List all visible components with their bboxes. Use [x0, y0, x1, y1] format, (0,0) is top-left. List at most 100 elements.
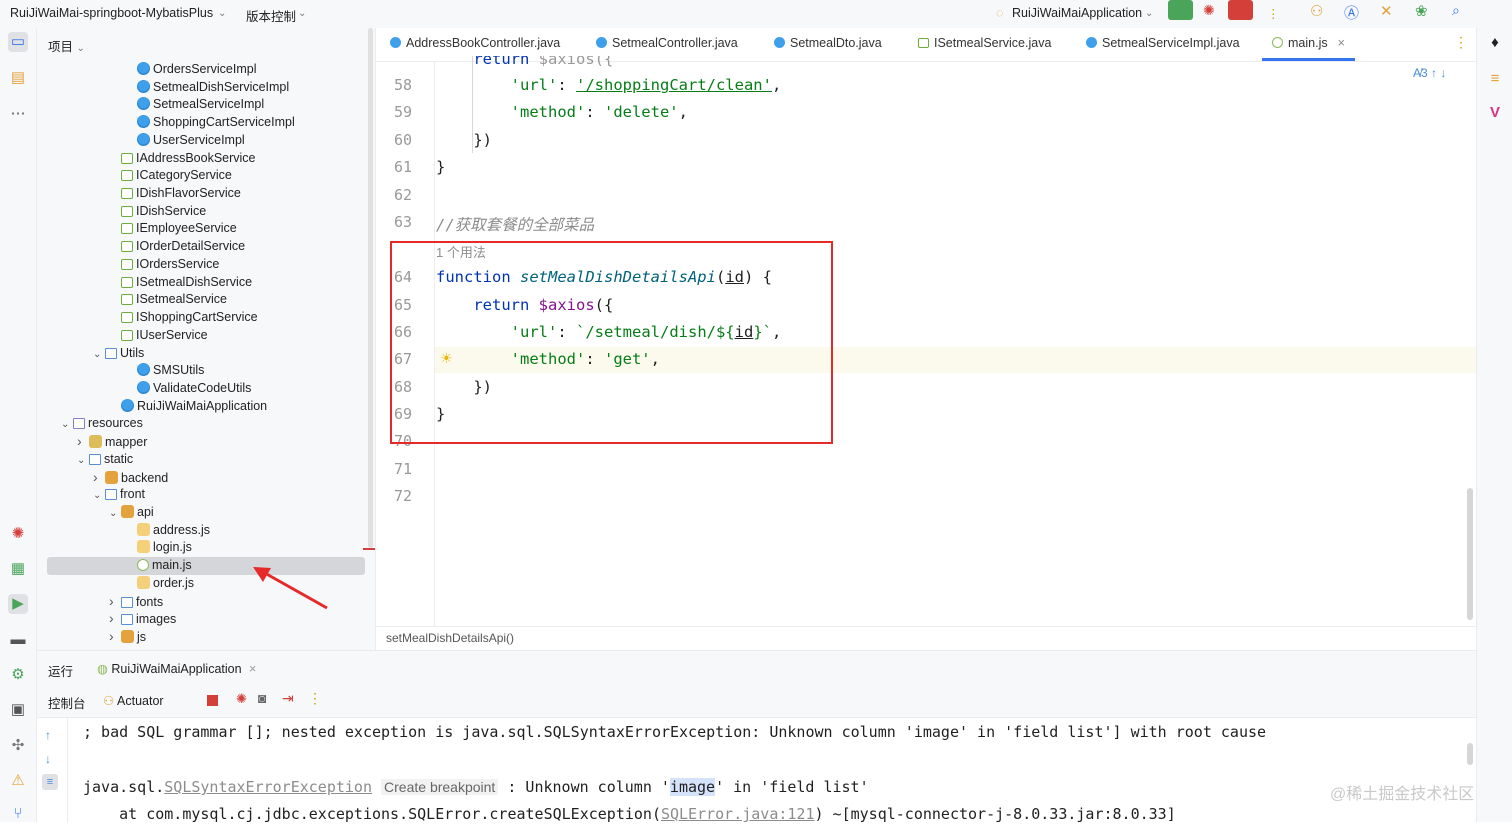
structure-tool-icon[interactable]: ▤	[8, 68, 28, 88]
terminal-tool-icon[interactable]: ▣	[8, 700, 28, 720]
more-actions-icon[interactable]: ⋮	[1267, 6, 1280, 21]
tree-item-ordersserviceimpl[interactable]: OrdersServiceImpl	[137, 61, 257, 79]
vue-icon[interactable]: V	[1485, 103, 1505, 123]
debug-tool-icon[interactable]: ✺	[8, 524, 28, 544]
search-icon[interactable]: ⌕	[1452, 2, 1460, 19]
chevron-down-icon[interactable]: ⌄	[61, 416, 73, 434]
chevron-down-icon[interactable]: ⌄	[93, 487, 105, 505]
debug-icon[interactable]: ✺	[1203, 2, 1215, 19]
tree-item-idishservice[interactable]: IDishService	[121, 203, 206, 221]
tab-main-js[interactable]: main.js ×	[1262, 28, 1355, 61]
translate-icon[interactable]: Ⓐ	[1344, 2, 1359, 23]
tree-item-setmealserviceimpl[interactable]: SetmealServiceImpl	[137, 96, 264, 114]
services-tool-icon[interactable]: ⚙	[8, 665, 28, 685]
vcs-menu[interactable]: 版本控制	[246, 6, 296, 25]
tree-item-iemployeeservice[interactable]: IEmployeeService	[121, 220, 237, 238]
git-tool-icon[interactable]: ⑂	[8, 804, 28, 824]
tree-item-userserviceimpl[interactable]: UserServiceImpl	[137, 132, 245, 150]
chevron-down-icon[interactable]: ⌄	[93, 346, 105, 364]
actuator-tab[interactable]: ⚇ Actuator	[103, 693, 164, 708]
rerun-button[interactable]	[1168, 0, 1193, 20]
tree-item-iordersservice[interactable]: IOrdersService	[121, 256, 219, 274]
tree-item-order-js[interactable]: order.js	[137, 575, 194, 593]
code-line-61[interactable]: }	[436, 158, 445, 176]
camera-icon[interactable]: ◙	[258, 690, 266, 706]
tree-item-main-js[interactable]: main.js	[137, 557, 192, 575]
build-tool-icon[interactable]: ✣	[8, 736, 28, 756]
tree-scrollbar[interactable]	[368, 28, 373, 548]
chevron-right-icon[interactable]: ›	[93, 469, 105, 487]
tree-item-validatecodeutils[interactable]: ValidateCodeUtils	[137, 380, 251, 398]
chevron-down-icon[interactable]: ⌄	[298, 8, 306, 19]
run-config-select[interactable]: RuiJiWaiMaiApplication	[1012, 6, 1142, 20]
tree-item-smsutils[interactable]: SMSUtils	[137, 362, 204, 380]
problems-tool-icon[interactable]: ⚠	[8, 771, 28, 791]
tree-item-backend[interactable]: › backend	[93, 469, 168, 487]
tree-item-iorderdetailservice[interactable]: IOrderDetailService	[121, 238, 245, 256]
people-icon[interactable]: ⚇	[1310, 2, 1323, 20]
tree-item-isetmealdishservice[interactable]: ISetmealDishService	[121, 274, 252, 292]
tree-item-resources[interactable]: ⌄ resources	[61, 415, 143, 433]
tree-item-utils[interactable]: ⌄ Utils	[93, 345, 144, 363]
project-tool-icon[interactable]: ▭	[8, 32, 28, 52]
code-line-59[interactable]: 'method': 'delete',	[436, 103, 688, 121]
stop-button[interactable]	[1228, 0, 1253, 20]
soft-wrap-icon[interactable]: ≡	[42, 774, 58, 790]
breadcrumb-item[interactable]: setMealDishDetailsApi()	[386, 631, 514, 645]
tab-setmealserviceimpl[interactable]: SetmealServiceImpl.java	[1086, 28, 1240, 61]
debug-icon[interactable]: ✺	[236, 691, 247, 707]
console-tab[interactable]: 控制台	[48, 693, 86, 712]
chevron-right-icon[interactable]: ›	[109, 628, 121, 646]
tools-icon[interactable]: ✕	[1380, 2, 1393, 20]
plugins-tool-icon[interactable]: ▦	[8, 559, 28, 579]
tree-item-ishoppingcartservice[interactable]: IShoppingCartService	[121, 309, 258, 327]
more-icon[interactable]: ⋮	[308, 690, 322, 707]
tab-setmealdto[interactable]: SetmealDto.java	[774, 28, 882, 61]
database-tool-icon[interactable]: ▬	[8, 630, 28, 650]
chevron-right-icon[interactable]: ›	[77, 433, 89, 451]
code-line-63[interactable]: //获取套餐的全部菜品	[436, 213, 594, 235]
database-icon[interactable]: ≡	[1485, 69, 1505, 89]
tree-item-icategoryservice[interactable]: ICategoryService	[121, 167, 232, 185]
code-line-58[interactable]: 'url': '/shoppingCart/clean',	[436, 76, 782, 94]
tree-item-isetmealservice[interactable]: ISetmealService	[121, 291, 227, 309]
tree-item-front[interactable]: ⌄ front	[93, 486, 145, 504]
plugin-icon[interactable]: ❀	[1415, 2, 1428, 20]
source-link[interactable]: SQLError.java:121	[661, 805, 815, 823]
chevron-down-icon[interactable]: ⌄	[218, 8, 226, 19]
tree-item-js[interactable]: › js	[109, 628, 146, 646]
run-panel-title[interactable]: 运行	[48, 661, 73, 680]
code-line-60[interactable]: })	[436, 131, 492, 149]
chevron-right-icon[interactable]: ›	[109, 593, 121, 611]
arrow-up-icon[interactable]: ↑	[45, 728, 51, 742]
tree-item-ruijiwaimaiapplication[interactable]: RuiJiWaiMaiApplication	[121, 398, 267, 416]
tab-options-icon[interactable]: ⋮	[1454, 34, 1468, 51]
editor-scrollbar[interactable]	[1467, 488, 1473, 620]
tree-item-mapper[interactable]: › mapper	[77, 433, 147, 451]
notifications-icon[interactable]: ♦	[1485, 33, 1505, 53]
chevron-down-icon[interactable]: ⌄	[109, 505, 121, 523]
stop-icon[interactable]	[207, 695, 218, 706]
exit-icon[interactable]: ⇥	[282, 690, 294, 707]
tree-item-setmealdishserviceimpl[interactable]: SetmealDishServiceImpl	[137, 79, 289, 97]
arrow-down-icon[interactable]: ↓	[45, 752, 51, 766]
run-tab[interactable]: ◍ RuiJiWaiMaiApplication ×	[97, 661, 256, 676]
tree-item-shoppingcartserviceimpl[interactable]: ShoppingCartServiceImpl	[137, 114, 295, 132]
close-icon[interactable]: ×	[249, 662, 256, 676]
tab-setmealcontroller[interactable]: SetmealController.java	[596, 28, 738, 61]
tree-item-static[interactable]: ⌄ static	[77, 451, 133, 469]
project-name[interactable]: RuiJiWaiMai-springboot-MybatisPlus	[10, 6, 213, 20]
create-breakpoint-hint[interactable]: Create breakpoint	[381, 779, 499, 795]
console-scrollbar[interactable]	[1467, 743, 1473, 765]
chevron-down-icon[interactable]: ⌄	[1145, 8, 1153, 19]
chevron-down-icon[interactable]: ⌄	[77, 452, 89, 470]
inspection-widget[interactable]: A̸3 ↑ ↓	[1413, 66, 1446, 80]
tree-item-address-js[interactable]: address.js	[137, 522, 210, 540]
tree-item-iaddressbookservice[interactable]: IAddressBookService	[121, 150, 256, 168]
tree-item-images[interactable]: › images	[109, 610, 176, 628]
tree-item-api[interactable]: ⌄ api	[109, 504, 154, 522]
project-panel-title[interactable]: 项目 ⌄	[48, 36, 85, 55]
tree-item-iuserservice[interactable]: IUserService	[121, 327, 208, 345]
tree-item-login-js[interactable]: login.js	[137, 539, 192, 557]
more-tools-icon[interactable]: ⋯	[8, 104, 28, 124]
